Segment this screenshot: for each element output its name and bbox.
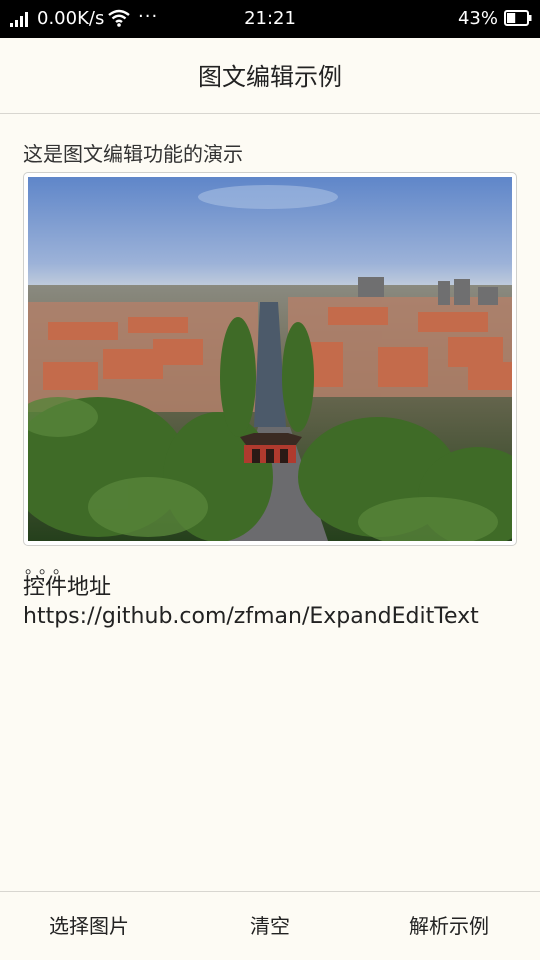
page-title: 图文编辑示例 [198, 63, 342, 91]
battery-percent: 43% [457, 8, 498, 29]
rich-text-editor[interactable]: 这是图文编辑功能的演示 。。。 控件地址 https://github.com/… [23, 138, 517, 632]
inserted-image-frame[interactable] [23, 172, 517, 546]
status-bar: 0.00K/s ··· 21:21 43% [0, 0, 540, 38]
intro-text[interactable]: 这是图文编辑功能的演示 [23, 138, 517, 170]
app-bar: 图文编辑示例 [0, 38, 540, 114]
bottom-toolbar: 选择图片 清空 解析示例 [0, 891, 540, 960]
select-image-button[interactable]: 选择图片 [9, 912, 169, 940]
battery-icon [504, 10, 532, 26]
repository-url[interactable]: https://github.com/zfman/ExpandEditText [23, 602, 517, 632]
clear-button[interactable]: 清空 [190, 912, 350, 940]
parse-example-button[interactable]: 解析示例 [369, 912, 529, 940]
battery-fill [507, 13, 516, 23]
widget-address-label[interactable]: 控件地址 [23, 574, 517, 602]
aerial-campus-photo[interactable] [28, 177, 512, 541]
